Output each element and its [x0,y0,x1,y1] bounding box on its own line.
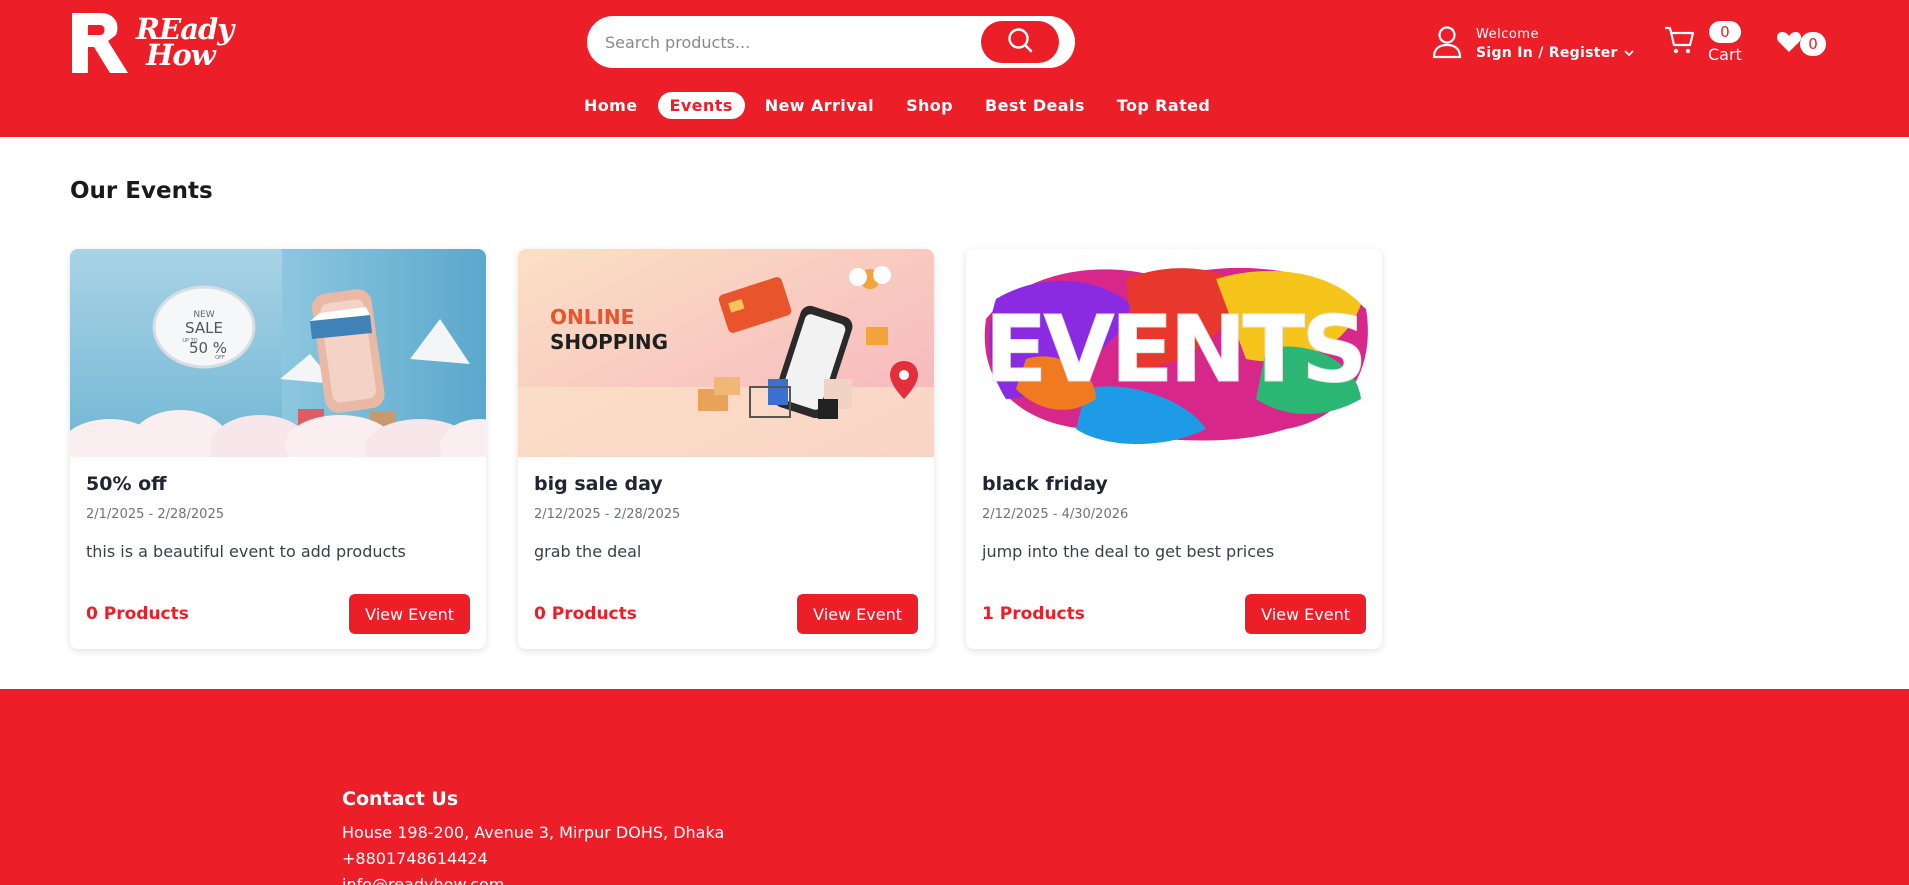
wishlist-count-badge: 0 [1800,32,1826,56]
nav-home[interactable]: Home [572,92,650,119]
event-card: NEW SALE UP TO 50 % OFF 50% off 2/1/2025… [70,249,486,649]
img-text-shopping: SHOPPING [550,330,668,354]
nav-new-arrival[interactable]: New Arrival [753,92,886,119]
contact-address: House 198-200, Avenue 3, Mirpur DOHS, Dh… [342,823,725,842]
signin-register-link[interactable]: Sign In / Register [1476,45,1634,61]
event-image[interactable]: EVENTS [966,249,1382,457]
event-title: black friday [982,473,1108,495]
event-dates: 2/12/2025 - 4/30/2026 [982,507,1129,522]
logo-mark-icon [70,11,132,73]
contact-phone[interactable]: +8801748614424 [342,846,724,872]
nav-top-rated[interactable]: Top Rated [1105,92,1222,119]
event-product-count: 1 Products [982,604,1085,624]
event-product-count: 0 Products [534,604,637,624]
site-footer: Contact Us House 198-200, Avenue 3, Mirp… [0,689,1909,885]
event-title: big sale day [534,473,663,495]
cart-count-badge: 0 [1708,20,1741,43]
view-event-button[interactable]: View Event [1245,594,1366,634]
event-title: 50% off [86,473,167,495]
nav-best-deals[interactable]: Best Deals [973,92,1097,119]
event-description: jump into the deal to get best prices [982,542,1275,561]
img-text-events: EVENTS [985,296,1364,403]
search-bar [587,16,1075,68]
event-card: ONLINE SHOPPING big sale day 2/12/2025 -… [518,249,934,649]
event-dates: 2/12/2025 - 2/28/2025 [534,507,681,522]
event-description: grab the deal [534,542,642,561]
welcome-text: Welcome [1476,27,1539,42]
heart-icon [1776,30,1802,58]
signin-register-label: Sign In / Register [1476,45,1618,61]
contact-section: Contact Us House 198-200, Avenue 3, Mirp… [342,788,724,885]
view-event-button[interactable]: View Event [797,594,918,634]
search-icon [1006,26,1034,58]
wishlist-button[interactable]: 0 [1776,30,1826,58]
search-button[interactable] [981,21,1059,63]
cart-button[interactable]: 0 Cart [1664,18,1742,66]
chevron-down-icon [1624,49,1634,57]
view-event-button[interactable]: View Event [349,594,470,634]
user-icon [1432,25,1462,63]
nav-shop[interactable]: Shop [894,92,965,119]
nav-events[interactable]: Events [657,91,745,119]
logo-wordmark: REady How [136,15,234,70]
main-nav: Home Events New Arrival Shop Best Deals … [572,90,1230,120]
event-image[interactable]: ONLINE SHOPPING [518,249,934,457]
search-input[interactable] [605,26,985,58]
event-product-count: 0 Products [86,604,189,624]
event-dates: 2/1/2025 - 2/28/2025 [86,507,224,522]
page-title: Our Events [70,178,213,204]
contact-email[interactable]: info@readyhow.com [342,872,724,885]
contact-title: Contact Us [342,788,459,810]
events-grid: NEW SALE UP TO 50 % OFF 50% off 2/1/2025… [70,249,1414,649]
cart-label: Cart [1708,44,1742,64]
brand-logo[interactable]: REady How [70,10,240,74]
cart-icon [1664,25,1696,59]
event-description: this is a beautiful event to add product… [86,542,406,561]
event-image[interactable]: NEW SALE UP TO 50 % OFF [70,249,486,457]
event-card: EVENTS black friday 2/12/2025 - 4/30/202… [966,249,1382,649]
img-text-sale: SALE [185,319,223,337]
site-header: REady How Welcome Sign In / Register [0,0,1909,137]
img-text-off: OFF [215,355,225,361]
img-text-online: ONLINE [550,305,634,329]
account-menu[interactable]: Welcome Sign In / Register [1432,22,1634,66]
